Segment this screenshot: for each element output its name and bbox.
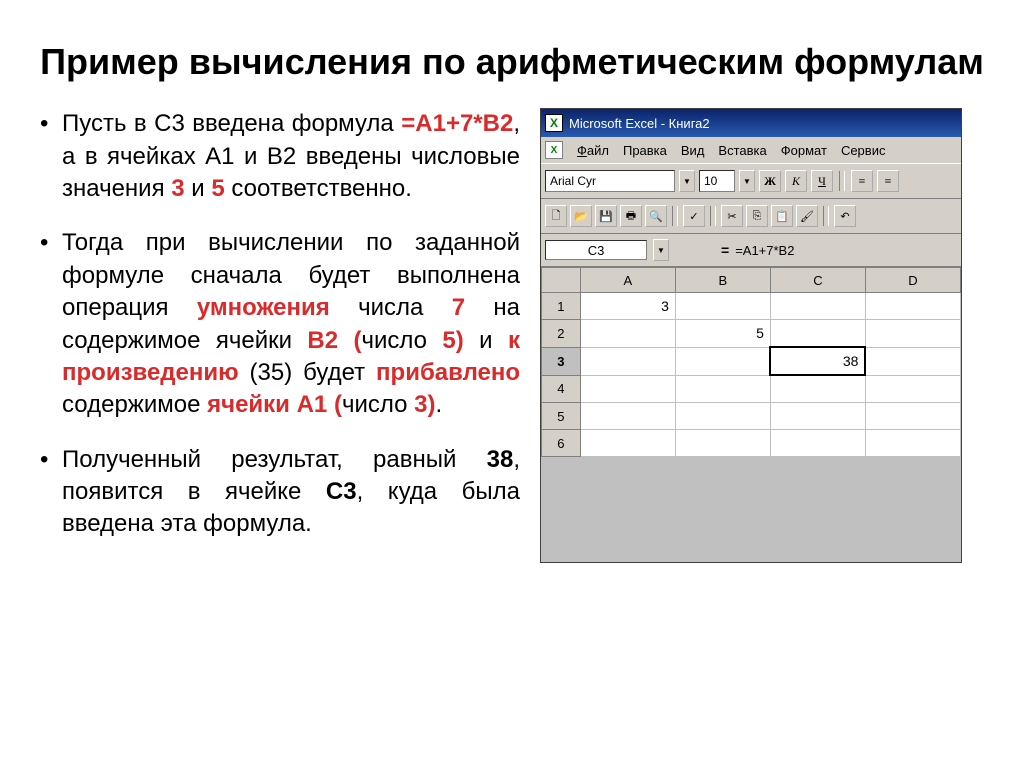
cell-A6[interactable] (580, 430, 675, 457)
format-painter-button[interactable]: 🖌 (796, 205, 818, 227)
cell-D4[interactable] (865, 375, 960, 403)
underline-button[interactable]: Ч (811, 170, 833, 192)
cell-B2[interactable]: 5 (675, 320, 770, 348)
cell-D6[interactable] (865, 430, 960, 457)
cell-D5[interactable] (865, 403, 960, 430)
menubar: X Файл Правка Вид Вставка Формат Сервис (541, 137, 961, 163)
bullet-list: Пусть в С3 введена формула =А1+7*В2, а в… (40, 108, 520, 541)
cell-C2[interactable] (770, 320, 865, 348)
menu-insert[interactable]: Вставка (718, 143, 766, 158)
separator (710, 206, 716, 226)
save-button[interactable]: 💾 (595, 205, 617, 227)
window-title: Microsoft Excel - Книга2 (569, 116, 710, 131)
fontsize-dropdown-icon[interactable]: ▼ (739, 170, 755, 192)
copy-button[interactable]: ⎘ (746, 205, 768, 227)
corner-cell[interactable] (542, 268, 581, 293)
namebox-dropdown-icon[interactable]: ▼ (653, 239, 669, 261)
paste-button[interactable]: 📋 (771, 205, 793, 227)
menu-view[interactable]: Вид (681, 143, 705, 158)
equals-icon: = (721, 242, 729, 258)
open-button[interactable]: 📂 (570, 205, 592, 227)
menu-edit[interactable]: Правка (623, 143, 667, 158)
menu-tools[interactable]: Сервис (841, 143, 886, 158)
cell-C5[interactable] (770, 403, 865, 430)
col-header-D[interactable]: D (865, 268, 960, 293)
cell-C4[interactable] (770, 375, 865, 403)
cell-B6[interactable] (675, 430, 770, 457)
cell-B3[interactable] (675, 347, 770, 375)
cell-D3[interactable] (865, 347, 960, 375)
cell-A4[interactable] (580, 375, 675, 403)
font-selector[interactable]: Arial Cyr (545, 170, 675, 192)
row-header-1[interactable]: 1 (542, 293, 581, 320)
menu-file[interactable]: Файл (577, 143, 609, 158)
row-header-5[interactable]: 5 (542, 403, 581, 430)
excel-app-icon: X (545, 114, 563, 132)
bullet-3: Полученный результат, равный 38, появитс… (40, 444, 520, 541)
cut-button[interactable]: ✂ (721, 205, 743, 227)
separator (672, 206, 678, 226)
formula-text[interactable]: =A1+7*B2 (735, 243, 794, 258)
cell-C1[interactable] (770, 293, 865, 320)
slide-title: Пример вычисления по арифметическим форм… (40, 40, 984, 83)
doc-icon: X (545, 141, 563, 159)
cell-B4[interactable] (675, 375, 770, 403)
cell-B5[interactable] (675, 403, 770, 430)
undo-button[interactable]: ↶ (834, 205, 856, 227)
col-header-B[interactable]: B (675, 268, 770, 293)
standard-toolbar: 🗋 📂 💾 🖶 🔍 ✓ ✂ ⎘ 📋 🖌 ↶ (541, 199, 961, 234)
row-header-2[interactable]: 2 (542, 320, 581, 348)
spreadsheet-grid[interactable]: A B C D 1 3 2 5 (541, 267, 961, 457)
cell-C3[interactable]: 38 (770, 347, 865, 375)
bold-button[interactable]: Ж (759, 170, 781, 192)
name-box[interactable]: C3 (545, 240, 647, 260)
separator (823, 206, 829, 226)
format-toolbar: Arial Cyr ▼ 10 ▼ Ж К Ч ≡ ≡ (541, 163, 961, 199)
cell-C6[interactable] (770, 430, 865, 457)
col-header-C[interactable]: C (770, 268, 865, 293)
italic-button[interactable]: К (785, 170, 807, 192)
row-header-6[interactable]: 6 (542, 430, 581, 457)
align-center-button[interactable]: ≡ (877, 170, 899, 192)
font-dropdown-icon[interactable]: ▼ (679, 170, 695, 192)
excel-window: X Microsoft Excel - Книга2 X Файл Правка… (540, 108, 962, 563)
bullet-2: Тогда при вычислении по заданной формуле… (40, 227, 520, 421)
spell-button[interactable]: ✓ (683, 205, 705, 227)
cell-B1[interactable] (675, 293, 770, 320)
preview-button[interactable]: 🔍 (645, 205, 667, 227)
separator (839, 171, 845, 191)
print-button[interactable]: 🖶 (620, 205, 642, 227)
menu-format[interactable]: Формат (781, 143, 827, 158)
new-button[interactable]: 🗋 (545, 205, 567, 227)
col-header-A[interactable]: A (580, 268, 675, 293)
fontsize-selector[interactable]: 10 (699, 170, 735, 192)
bullet-1: Пусть в С3 введена формула =А1+7*В2, а в… (40, 108, 520, 205)
align-left-button[interactable]: ≡ (851, 170, 873, 192)
cell-A5[interactable] (580, 403, 675, 430)
row-header-3[interactable]: 3 (542, 347, 581, 375)
formula-bar: C3 ▼ = =A1+7*B2 (541, 234, 961, 267)
cell-A1[interactable]: 3 (580, 293, 675, 320)
cell-D1[interactable] (865, 293, 960, 320)
cell-D2[interactable] (865, 320, 960, 348)
cell-A2[interactable] (580, 320, 675, 348)
row-header-4[interactable]: 4 (542, 375, 581, 403)
titlebar: X Microsoft Excel - Книга2 (541, 109, 961, 137)
cell-A3[interactable] (580, 347, 675, 375)
